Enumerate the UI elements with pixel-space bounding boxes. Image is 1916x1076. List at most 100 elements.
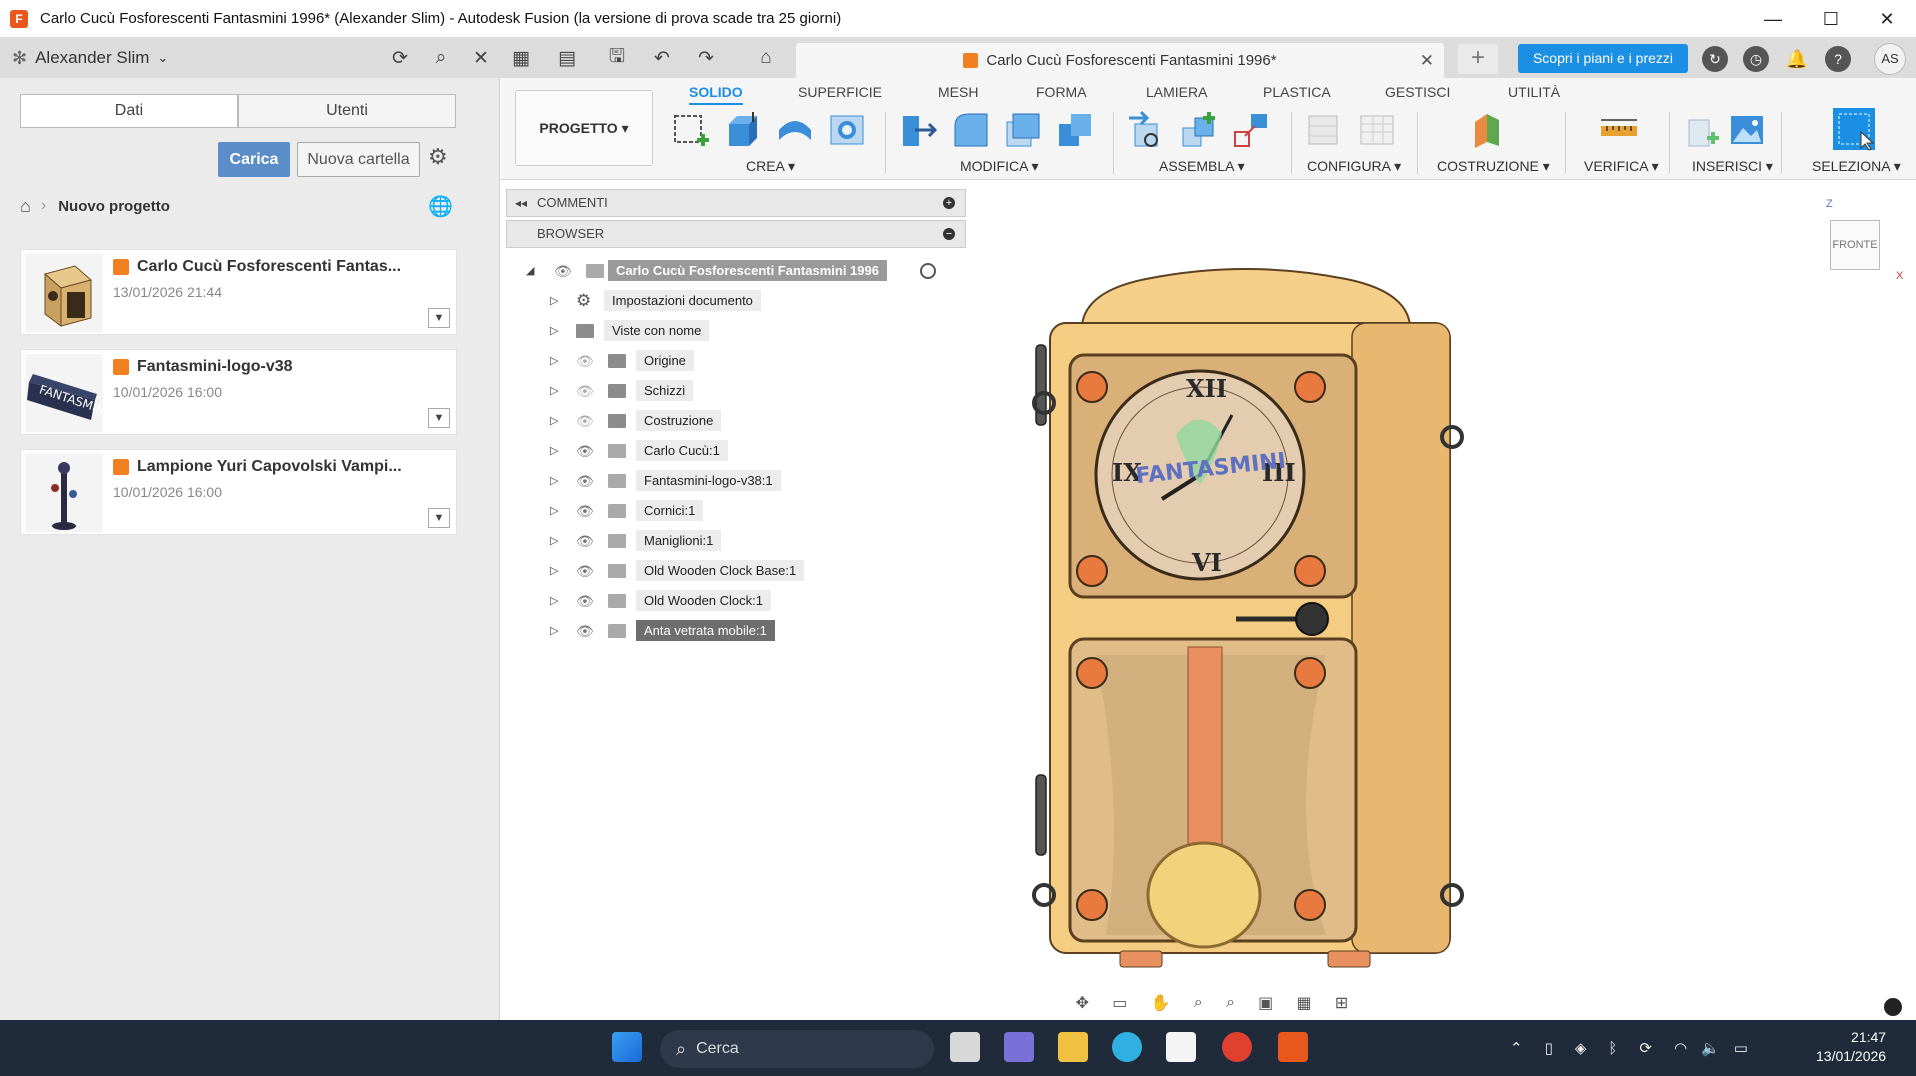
group-crea-label[interactable]: CREA ▾ xyxy=(746,158,795,175)
document-tab[interactable]: Carlo Cucù Fosforescenti Fantasmini 1996… xyxy=(796,43,1444,78)
avatar[interactable]: AS xyxy=(1874,43,1906,75)
plans-pricing-button[interactable]: Scopri i piani e i prezzi xyxy=(1518,44,1688,73)
upload-button[interactable]: Carica xyxy=(218,142,290,177)
new-folder-button[interactable]: Nuova cartella xyxy=(297,142,420,177)
measure-icon[interactable] xyxy=(1599,110,1639,150)
chevron-up-icon[interactable]: ⌃ xyxy=(1510,1039,1523,1057)
expand-arrow-icon[interactable]: ▷ xyxy=(550,504,558,517)
tree-item-label[interactable]: Schizzi xyxy=(636,380,694,401)
display-settings-icon[interactable]: ▣ xyxy=(1258,993,1273,1013)
press-pull-icon[interactable] xyxy=(899,110,939,150)
hole-icon[interactable] xyxy=(827,110,867,150)
add-comment-icon[interactable]: + xyxy=(943,197,955,209)
volume-icon[interactable]: 🔈 xyxy=(1701,1039,1720,1057)
insert-canvas-icon[interactable] xyxy=(1727,110,1767,150)
activate-radio-icon[interactable] xyxy=(920,263,936,279)
joint-icon[interactable] xyxy=(1179,110,1219,150)
hidden-eye-icon[interactable]: 👁 xyxy=(576,413,596,429)
clock[interactable]: 21:47 13/01/2026 xyxy=(1816,1028,1886,1066)
clock-3d-model[interactable]: XII III VI IX FANTASMINI xyxy=(1026,255,1466,975)
tab-utilita[interactable]: UTILITÀ xyxy=(1508,84,1560,100)
workspace-switcher-button[interactable]: PROGETTO ▾ xyxy=(515,90,653,166)
group-costruzione-label[interactable]: COSTRUZIONE ▾ xyxy=(1437,158,1550,175)
tree-item[interactable]: ▷ 👁 Costruzione xyxy=(550,408,850,434)
close-panel-icon[interactable]: ✕ xyxy=(467,44,495,72)
visibility-eye-icon[interactable]: 👁 xyxy=(576,443,596,459)
search-icon[interactable]: ⌕ xyxy=(427,44,455,72)
expand-arrow-icon[interactable]: ▷ xyxy=(550,534,558,547)
comments-panel-header[interactable]: ◂◂ COMMENTI + xyxy=(506,189,966,217)
tree-item[interactable]: ▷ ⚙ Impostazioni documento xyxy=(550,288,850,314)
configure-icon[interactable] xyxy=(1305,110,1345,150)
create-sketch-icon[interactable] xyxy=(671,110,711,150)
bluetooth-icon[interactable]: ᛒ xyxy=(1608,1040,1617,1057)
expand-arrow-icon[interactable]: ▷ xyxy=(550,444,558,457)
expand-arrow-icon[interactable]: ▷ xyxy=(550,474,558,487)
select-icon[interactable] xyxy=(1831,106,1877,152)
group-inserisci-label[interactable]: INSERISCI ▾ xyxy=(1692,158,1773,175)
tab-forma[interactable]: FORMA xyxy=(1036,84,1087,100)
job-status-icon[interactable]: ◷ xyxy=(1743,46,1769,72)
feedback-icon[interactable] xyxy=(1884,998,1902,1016)
visibility-eye-icon[interactable]: 👁 xyxy=(576,533,596,549)
start-icon[interactable] xyxy=(612,1032,642,1062)
store-icon[interactable] xyxy=(1166,1032,1196,1062)
file-explorer-icon[interactable] xyxy=(1058,1032,1088,1062)
zoom-icon[interactable]: ⌕ xyxy=(1194,994,1203,1012)
battery-icon[interactable]: ▭ xyxy=(1734,1039,1748,1057)
browser-panel-header[interactable]: BROWSER − xyxy=(506,220,966,248)
list-item[interactable]: FANTASMINI Fantasmini-logo-v38 10/01/202… xyxy=(20,349,457,435)
tree-item-label-selected[interactable]: Anta vetrata mobile:1 xyxy=(636,620,775,641)
new-component-icon[interactable] xyxy=(1127,110,1167,150)
tree-root-row[interactable]: ◢ 👁 Carlo Cucù Fosforescenti Fantasmini … xyxy=(526,258,946,284)
collapse-left-icon[interactable]: ◂◂ xyxy=(515,190,527,216)
project-menu-dropdown[interactable]: ▼ xyxy=(428,308,450,328)
tab-superficie[interactable]: SUPERFICIE xyxy=(798,84,882,100)
group-seleziona-label[interactable]: SELEZIONA ▾ xyxy=(1812,158,1901,175)
grid-settings-icon[interactable]: ▦ xyxy=(1297,993,1312,1013)
fillet-icon[interactable] xyxy=(951,110,991,150)
tree-root-label[interactable]: Carlo Cucù Fosforescenti Fantasmini 1996 xyxy=(608,260,887,281)
tree-item[interactable]: ▷ 👁 Origine xyxy=(550,348,850,374)
minimize-button[interactable]: — xyxy=(1744,0,1802,38)
look-at-icon[interactable]: ▭ xyxy=(1112,993,1127,1013)
tab-lamiera[interactable]: LAMIERA xyxy=(1146,84,1207,100)
collapse-arrow-icon[interactable]: ◢ xyxy=(526,264,534,277)
expand-arrow-icon[interactable]: ▷ xyxy=(550,324,558,337)
tree-item[interactable]: ▷ 👁 Fantasmini-logo-v38:1 xyxy=(550,468,850,494)
gear-icon[interactable]: ⚙ xyxy=(428,144,448,170)
tree-item[interactable]: ▷ 👁 Carlo Cucù:1 xyxy=(550,438,850,464)
maximize-button[interactable]: ☐ xyxy=(1802,0,1860,38)
user-menu[interactable]: ✻ Alexander Slim ⌄ xyxy=(12,38,168,78)
tree-item[interactable]: ▷ 👁 Anta vetrata mobile:1 xyxy=(550,618,850,644)
visibility-eye-icon[interactable]: 👁 xyxy=(576,623,596,639)
offset-plane-icon[interactable] xyxy=(1469,110,1509,150)
grid-apps-icon[interactable]: ▦ xyxy=(507,44,535,72)
orbit-icon[interactable]: ✥ xyxy=(1076,993,1089,1013)
visibility-eye-icon[interactable]: 👁 xyxy=(576,563,596,579)
list-item[interactable]: Carlo Cucù Fosforescenti Fantas... 13/01… xyxy=(20,249,457,335)
list-item[interactable]: Lampione Yuri Capovolski Vampi... 10/01/… xyxy=(20,449,457,535)
tree-item-label[interactable]: Viste con nome xyxy=(604,320,710,341)
tree-item-label[interactable]: Old Wooden Clock Base:1 xyxy=(636,560,805,581)
group-verifica-label[interactable]: VERIFICA ▾ xyxy=(1584,158,1659,175)
tree-item-label[interactable]: Carlo Cucù:1 xyxy=(636,440,728,461)
hidden-eye-icon[interactable]: 👁 xyxy=(576,353,596,369)
tab-solido[interactable]: SOLIDO xyxy=(689,84,743,105)
collapse-browser-icon[interactable]: − xyxy=(943,228,955,240)
usb-icon[interactable]: ▯ xyxy=(1545,1039,1553,1057)
edge-icon[interactable] xyxy=(1112,1032,1142,1062)
undo-icon[interactable]: ↶ xyxy=(648,44,676,72)
as-built-joint-icon[interactable] xyxy=(1231,110,1271,150)
tree-item-label[interactable]: Maniglioni:1 xyxy=(636,530,722,551)
pan-icon[interactable]: ✋ xyxy=(1151,993,1171,1013)
chrome-icon[interactable] xyxy=(1222,1032,1252,1062)
breadcrumb-project[interactable]: Nuovo progetto xyxy=(58,198,170,215)
group-modifica-label[interactable]: MODIFICA ▾ xyxy=(960,158,1039,175)
refresh-icon[interactable]: ⟳ xyxy=(386,44,414,72)
teams-icon[interactable] xyxy=(1004,1032,1034,1062)
tab-dati[interactable]: Dati xyxy=(20,94,238,128)
fusion-taskbar-icon[interactable] xyxy=(1278,1032,1308,1062)
expand-arrow-icon[interactable]: ▷ xyxy=(550,354,558,367)
extrude-icon[interactable] xyxy=(723,110,763,150)
